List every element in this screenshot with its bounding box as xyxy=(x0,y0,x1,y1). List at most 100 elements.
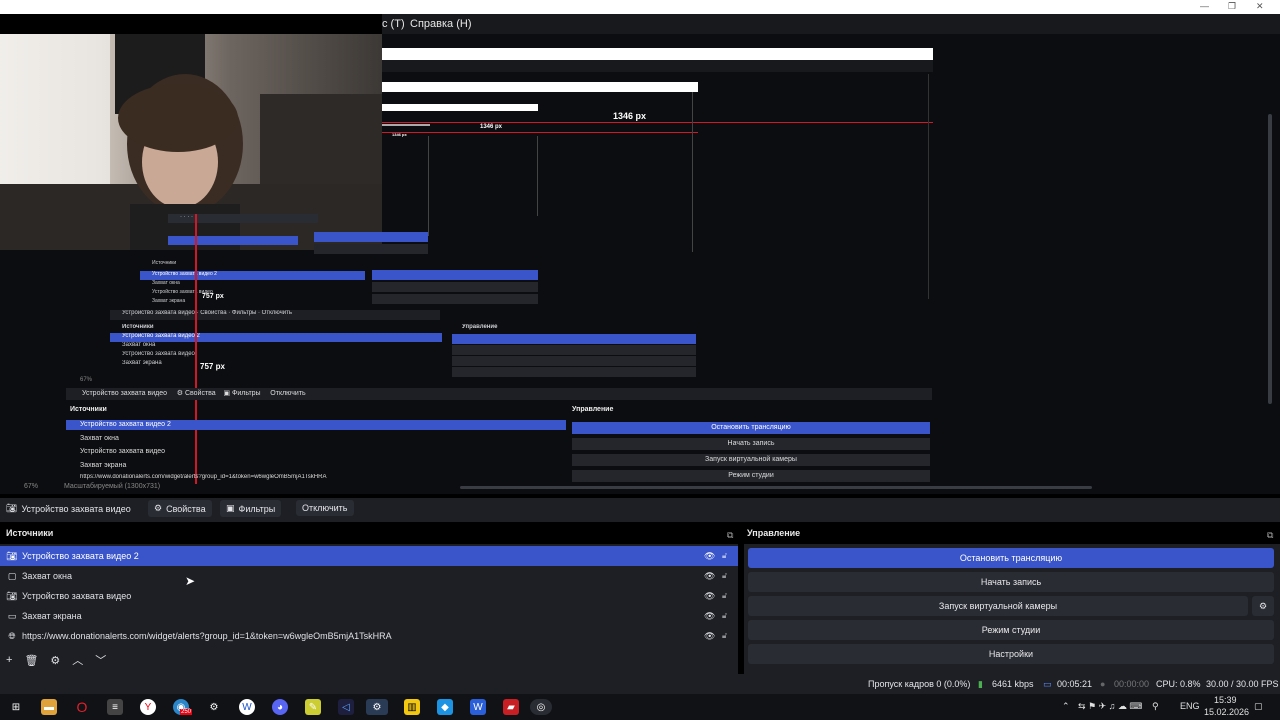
red-app-icon[interactable]: ▰ xyxy=(503,699,519,715)
paint-icon[interactable]: ◆ xyxy=(437,699,453,715)
source-row[interactable]: ▭ Захват экрана 👁︎ 🔓︎ xyxy=(0,606,738,626)
w-app-icon[interactable]: W xyxy=(239,699,255,715)
nested-window-titlebar-2 xyxy=(382,82,698,92)
bitrate: 6461 kbps xyxy=(992,679,1034,689)
camera-icon: 📷︎ xyxy=(6,503,18,513)
move-down-icon[interactable]: ﹀ xyxy=(95,652,106,668)
pen-app-icon[interactable]: ✎ xyxy=(305,699,321,715)
filters-button[interactable]: ▣ Фильтры xyxy=(220,500,282,517)
mini-zoom: 67% xyxy=(80,377,93,383)
eye-icon[interactable]: 👁︎ xyxy=(704,571,715,582)
source-toolbar: 📷︎ Устройство захвата видео ⚙ Свойства ▣… xyxy=(0,498,1280,522)
obs-icon[interactable]: ◎ xyxy=(530,699,552,715)
add-icon[interactable]: + xyxy=(6,654,12,666)
lock-icon[interactable]: 🔓︎ xyxy=(722,591,727,601)
windows-start-icon[interactable]: ⊞ xyxy=(8,699,24,715)
preview-canvas[interactable]: 1346 px 1346 px 1346 px · · · · · Источн… xyxy=(0,34,1280,494)
maximize-icon[interactable]: ❐ xyxy=(1228,1,1236,12)
gear-icon[interactable]: ⚙ xyxy=(50,654,60,667)
zoom-level[interactable]: 67% xyxy=(24,483,38,490)
menu-bar: с (Т) Справка (Н) xyxy=(382,14,1280,34)
discord-icon[interactable]: ◕ xyxy=(272,699,288,715)
width-guide-line-2 xyxy=(382,132,698,133)
virtual-camera-button[interactable]: Запуск виртуальной камеры xyxy=(748,596,1248,616)
source-row[interactable]: 🌐︎ https://www.donationalerts.com/widget… xyxy=(0,626,738,646)
taskbar: ⊞ ▬ O ≡ Y ◉ 250 ⚙ W ◕ ✎ ◁ ⚙ ▥ ◆ W ▰ ◎ ⌃ … xyxy=(0,694,1280,720)
tray-icons[interactable]: ⇆ ⚑ ✈ ♫ ☁ ⌨ xyxy=(1078,701,1142,712)
settings-gear-icon[interactable]: ⚙ xyxy=(206,699,222,715)
properties-button[interactable]: ⚙ Свойства xyxy=(148,500,212,517)
source-name: Захват экрана xyxy=(22,611,82,621)
lock-icon[interactable]: 🔓︎ xyxy=(722,611,727,621)
nested-window-titlebar-3 xyxy=(382,104,538,111)
opera-icon[interactable]: O xyxy=(74,699,90,715)
status-bar: Пропуск кадров 0 (0.0%) ▮ 6461 kbps ▭ 00… xyxy=(0,674,1280,694)
height-label-2: 757 px xyxy=(202,293,224,300)
eye-icon[interactable]: 👁︎ xyxy=(704,591,715,602)
record-time: 00:00:00 xyxy=(1114,679,1150,689)
move-up-icon[interactable]: ︿ xyxy=(72,652,83,668)
notifications-icon[interactable]: ▢ xyxy=(1254,701,1263,712)
nested-obs-large: Устройство захвата видео · Свойства · Фи… xyxy=(110,310,698,380)
vscode-icon[interactable]: ◁ xyxy=(338,699,354,715)
source-row[interactable]: ▢ Захват окна 👁︎ 🔓︎ xyxy=(0,566,738,586)
preview-vscrollbar[interactable] xyxy=(1268,114,1272,404)
lock-icon[interactable]: 🔓︎ xyxy=(722,631,727,641)
stop-stream-button[interactable]: Остановить трансляцию xyxy=(748,548,1274,568)
language-indicator[interactable]: ENG xyxy=(1180,701,1200,711)
clock-time[interactable]: 15:39 xyxy=(1214,695,1237,705)
controls-panel-title: Управление xyxy=(747,528,801,538)
source-name: Устройство захвата видео xyxy=(22,591,132,601)
sources-toolbar: + 🗑︎ ⚙ ︿ ﹀ xyxy=(0,650,738,670)
nested-window-titlebar xyxy=(382,48,933,60)
disable-label: Отключить xyxy=(302,503,348,513)
tray-expand-icon[interactable]: ⌃ xyxy=(1062,701,1070,712)
selected-source-name: Устройство захвата видео xyxy=(21,503,131,514)
gear-icon: ⚙ xyxy=(154,503,163,513)
eye-icon[interactable]: 👁︎ xyxy=(704,611,715,622)
virtual-camera-settings-button[interactable]: ⚙ xyxy=(1252,596,1274,616)
menu-tools[interactable]: с (Т) xyxy=(382,18,405,30)
properties-label: Свойства xyxy=(166,503,206,514)
lock-icon[interactable]: 🔓︎ xyxy=(722,571,727,581)
window-titlebar: — ❐ ✕ xyxy=(0,0,1280,14)
menu-help[interactable]: Справка (Н) xyxy=(410,18,471,30)
width-label: 1346 px xyxy=(613,111,647,121)
settings-button[interactable]: Настройки xyxy=(748,644,1274,664)
source-name: Захват окна xyxy=(22,571,72,581)
camera-icon: 📷︎ xyxy=(6,550,18,561)
camera-icon: 📷︎ xyxy=(6,590,18,601)
preview-scrollbar[interactable] xyxy=(460,486,1092,489)
height-label: 757 px xyxy=(200,362,225,371)
start-record-button[interactable]: Начать запись xyxy=(748,572,1274,592)
word-icon[interactable]: W xyxy=(470,699,486,715)
sources-panel-title: Источники xyxy=(6,528,54,538)
window-icon: ▢ xyxy=(7,570,17,581)
sources-undock-icon[interactable]: ⧉ xyxy=(727,530,733,541)
controls-undock-icon[interactable]: ⧉ xyxy=(1267,530,1273,541)
trash-icon[interactable]: 🗑︎ xyxy=(24,654,38,667)
studio-mode-button[interactable]: Режим студии xyxy=(748,620,1274,640)
chart-app-icon[interactable]: ▥ xyxy=(404,699,420,715)
stream-icon: ▭ xyxy=(1043,679,1052,689)
clock-date[interactable]: 15.02.2026 xyxy=(1204,707,1249,717)
close-icon[interactable]: ✕ xyxy=(1256,1,1264,12)
notepad-icon[interactable]: ≡ xyxy=(107,699,123,715)
source-row[interactable]: 📷︎ Устройство захвата видео 2 👁︎ 🔓︎ xyxy=(0,546,738,566)
folder-icon[interactable]: ▬ xyxy=(41,699,57,715)
minimize-icon[interactable]: — xyxy=(1200,1,1209,11)
scale-label[interactable]: Масштабируемый (1300x731) xyxy=(64,483,160,490)
network-icon[interactable]: ⚲ xyxy=(1152,701,1159,712)
source-row[interactable]: 📷︎ Устройство захвата видео 👁︎ 🔓︎ xyxy=(0,586,738,606)
width-label-3: 1346 px xyxy=(392,132,407,137)
notification-badge: 250 xyxy=(180,709,193,715)
disable-button[interactable]: Отключить xyxy=(296,500,354,516)
eye-icon[interactable]: 👁︎ xyxy=(704,551,715,562)
steam-icon[interactable]: ⚙ xyxy=(366,699,388,715)
width-guide-line xyxy=(382,122,933,123)
yandex-icon[interactable]: Y xyxy=(140,699,156,715)
controls-panel: Остановить трансляцию Начать запись Запу… xyxy=(744,544,1280,674)
filters-label: Фильтры xyxy=(238,503,276,514)
eye-icon[interactable]: 👁︎ xyxy=(704,631,715,642)
lock-icon[interactable]: 🔓︎ xyxy=(722,551,727,561)
